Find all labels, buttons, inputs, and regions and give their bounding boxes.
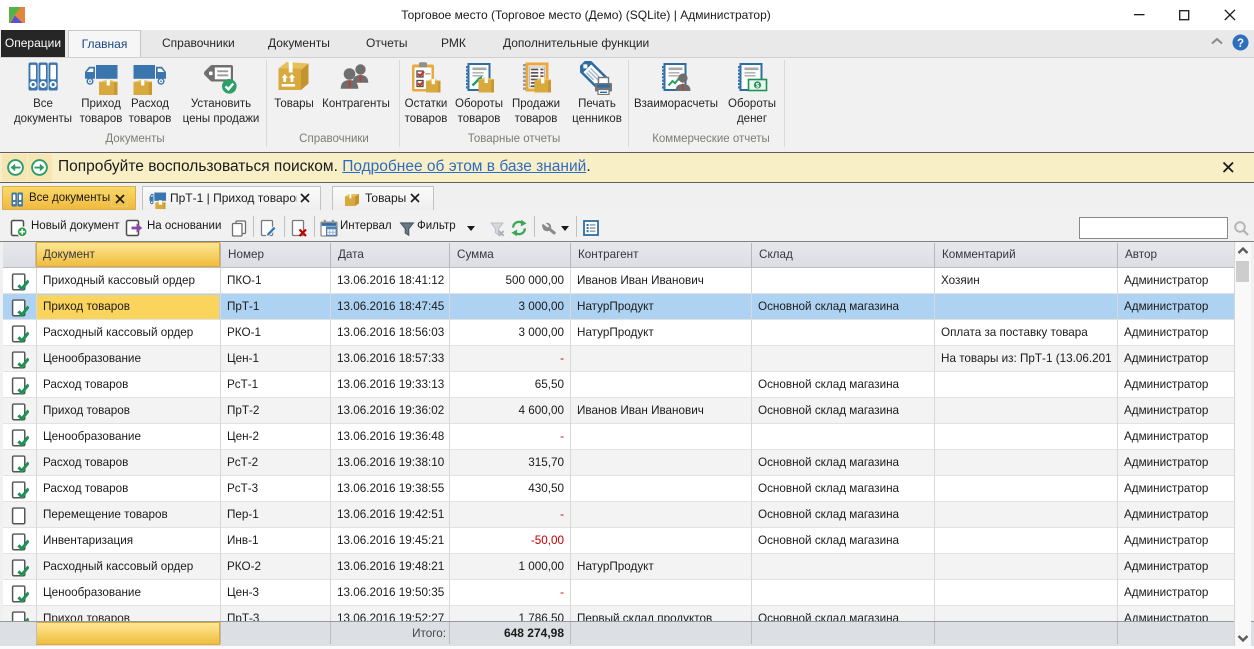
svg-text:?: ?	[1237, 38, 1244, 50]
svg-text:$: $	[756, 82, 760, 89]
